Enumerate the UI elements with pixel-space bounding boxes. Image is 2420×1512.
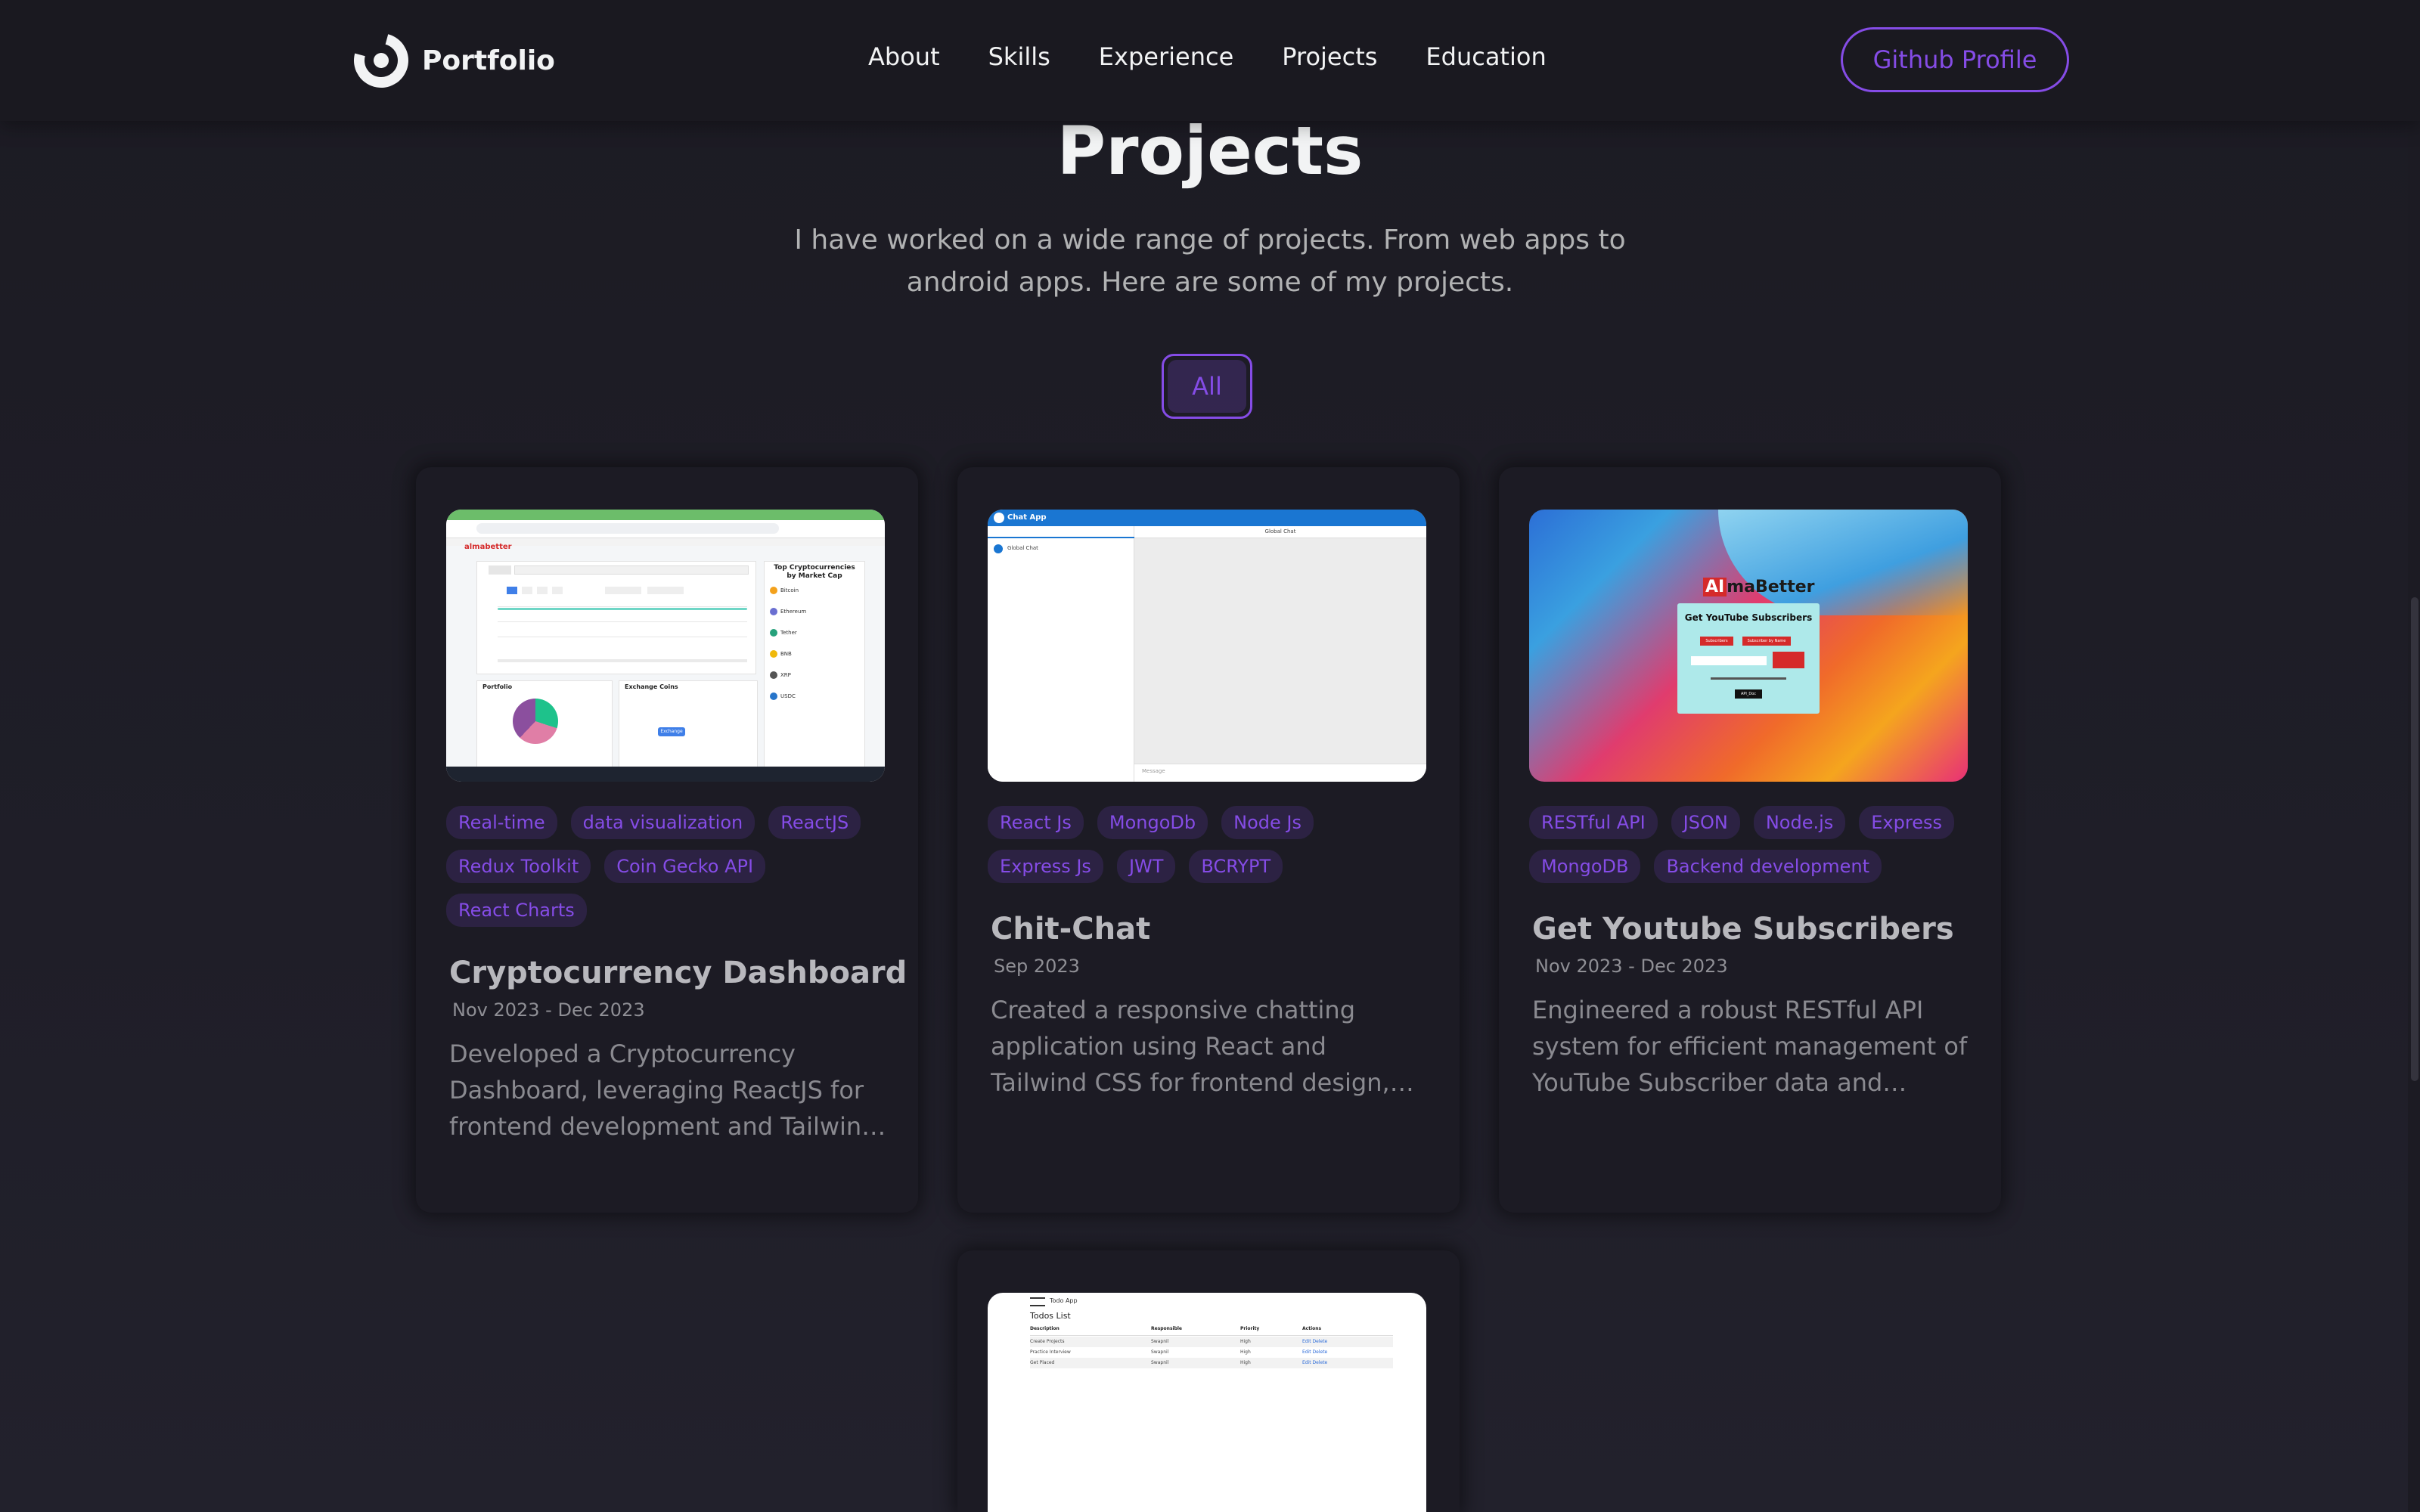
nav-link-education[interactable]: Education (1426, 42, 1546, 71)
screenshot-heading: Todos List (1030, 1311, 1071, 1321)
project-card-crypto[interactable]: almabetter Top Cryptocurrencies by Marke… (416, 467, 918, 1213)
project-card-youtube-subscribers[interactable]: AI maBetter Get YouTube Subscribers Subsc… (1499, 467, 2001, 1213)
tag: JWT (1116, 850, 1176, 883)
tag: RESTful API (1529, 806, 1658, 839)
filter-all-button[interactable]: All (1168, 360, 1246, 413)
screenshot-box-title: Get YouTube Subscribers (1684, 612, 1813, 623)
tag: MongoDB (1529, 850, 1641, 883)
project-description: Created a responsive chatting applicatio… (991, 996, 1390, 1097)
screenshot-portfolio-label: Portfolio (482, 683, 513, 690)
filter-group: All (1162, 354, 1252, 419)
screenshot-btn1: Subscribers (1700, 637, 1733, 646)
tag: Coin Gecko API (604, 850, 766, 883)
tag: React Charts (446, 894, 587, 927)
logo[interactable]: Portfolio (343, 23, 555, 98)
screenshot-brand: almabetter (464, 543, 512, 551)
screenshot-coin-list: Bitcoin Ethereum Tether BNB XRP USDC (770, 587, 861, 714)
project-title: Chit-Chat (991, 912, 1151, 947)
screenshot-panel-title: Global Chat (1264, 528, 1296, 534)
project-screenshot: Chat App Global Chat Global Chat Message (988, 510, 1426, 782)
tag: Express Js (988, 850, 1103, 883)
screenshot-brand-ai: AI (1703, 578, 1727, 596)
screenshot-brand: maBetter (1727, 578, 1815, 596)
project-card-chit-chat[interactable]: Chat App Global Chat Global Chat Message… (957, 467, 1460, 1213)
section-description: I have worked on a wide range of project… (794, 225, 1626, 298)
nav-link-about[interactable]: About (868, 42, 940, 71)
scrollbar-thumb[interactable] (2411, 597, 2418, 1081)
tag: JSON (1671, 806, 1740, 839)
screenshot-message-input: Message (1142, 768, 1165, 774)
screenshot-api-btn: API_Doc (1735, 689, 1762, 699)
tag: MongoDb (1097, 806, 1208, 839)
screenshot-app-title: Todo App (1050, 1297, 1078, 1304)
screenshot-app-title: Chat App (1007, 513, 1047, 522)
project-date: Sep 2023 (994, 956, 1080, 977)
project-title: Get Youtube Subscribers (1532, 912, 1954, 947)
tag: Backend development (1654, 850, 1882, 883)
tag-list: Real-time data visualization ReactJS Red… (446, 806, 892, 937)
tag: Real-time (446, 806, 557, 839)
nav-link-skills[interactable]: Skills (988, 42, 1050, 71)
github-profile-button[interactable]: Github Profile (1841, 27, 2069, 92)
tag: Node.js (1753, 806, 1846, 839)
project-date: Nov 2023 - Dec 2023 (452, 999, 645, 1021)
project-title: Cryptocurrency Dashboard (449, 956, 908, 990)
project-description: Engineered a robust RESTful API system f… (1532, 996, 1968, 1097)
project-description: Developed a Cryptocurrency Dashboard, le… (449, 1040, 877, 1141)
tag: data visualization (570, 806, 755, 839)
logo-text: Portfolio (422, 45, 555, 76)
screenshot-table-head: Description Responsible Priority Actions (1030, 1326, 1322, 1331)
project-date: Nov 2023 - Dec 2023 (1535, 956, 1728, 977)
project-card-todo[interactable]: Todo App Todos List Description Responsib… (957, 1250, 1460, 1512)
navbar: Portfolio About Skills Experience Projec… (0, 0, 2420, 121)
nav-links: About Skills Experience Projects Educati… (868, 42, 1595, 71)
nav-link-projects[interactable]: Projects (1282, 42, 1377, 71)
screenshot-btn2: Subscriber by Name (1742, 637, 1791, 646)
project-screenshot: Todo App Todos List Description Responsib… (988, 1293, 1426, 1512)
tag: BCRYPT (1189, 850, 1283, 883)
screenshot-exchange-button: Exchange (658, 727, 685, 736)
project-screenshot: almabetter Top Cryptocurrencies by Marke… (446, 510, 885, 782)
tag: Node Js (1221, 806, 1314, 839)
tag: Express (1859, 806, 1954, 839)
tag: React Js (988, 806, 1084, 839)
section-title: Projects (1056, 112, 1364, 190)
logo-icon (343, 23, 419, 98)
tag-list: RESTful API JSON Node.js Express MongoDB… (1529, 806, 1975, 894)
nav-link-experience[interactable]: Experience (1099, 42, 1233, 71)
tag: ReactJS (768, 806, 861, 839)
screenshot-sidebar-title: Top Cryptocurrencies by Market Cap (774, 564, 855, 580)
screenshot-exchange-label: Exchange Coins (625, 683, 678, 690)
tag: Redux Toolkit (446, 850, 591, 883)
tag-list: React Js MongoDb Node Js Express Js JWT … (988, 806, 1434, 894)
screenshot-table-rows: Create Projects Swapnil High Edit Delete Pr… (1030, 1337, 1393, 1368)
project-screenshot: AI maBetter Get YouTube Subscribers Subsc… (1529, 510, 1968, 782)
screenshot-user: Global Chat (1007, 545, 1038, 551)
